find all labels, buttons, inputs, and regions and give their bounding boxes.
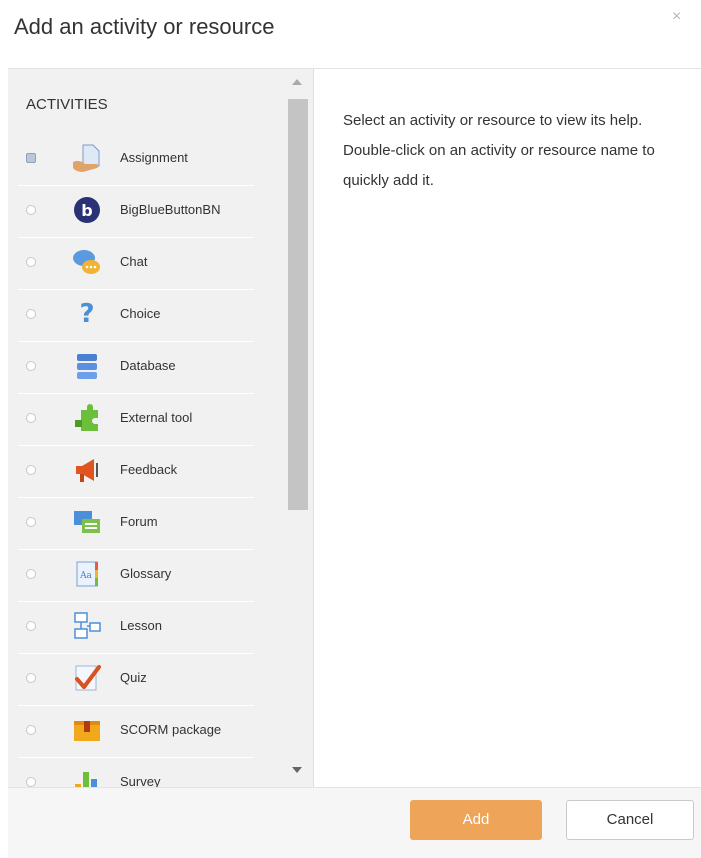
list-item-scorm-package[interactable]: SCORM package (18, 706, 254, 758)
activity-list-panel: ACTIVITIES Assignment b BigBlueButtonBN (8, 69, 314, 810)
scrollbar[interactable] (286, 79, 310, 779)
item-label: BigBlueButtonBN (120, 202, 221, 217)
list-item-forum[interactable]: Forum (18, 498, 254, 550)
lesson-icon (74, 612, 101, 639)
item-label: Forum (120, 514, 158, 529)
item-label: SCORM package (120, 722, 222, 737)
dialog-body: ACTIVITIES Assignment b BigBlueButtonBN (8, 68, 701, 810)
item-label: Database (120, 358, 176, 373)
radio-scorm-package[interactable] (26, 725, 36, 735)
list-item-choice[interactable]: ? Choice (18, 290, 254, 342)
list-item-lesson[interactable]: Lesson (18, 602, 254, 654)
item-label: Assignment (120, 150, 188, 165)
close-icon[interactable]: × (672, 8, 681, 26)
item-label: Feedback (120, 462, 178, 477)
assignment-icon (73, 144, 100, 172)
radio-forum[interactable] (26, 517, 36, 527)
list-item-feedback[interactable]: Feedback (18, 446, 254, 498)
radio-choice[interactable] (26, 309, 36, 319)
section-heading: ACTIVITIES (26, 96, 108, 113)
radio-assignment[interactable] (26, 153, 36, 163)
radio-feedback[interactable] (26, 465, 36, 475)
radio-glossary[interactable] (26, 569, 36, 579)
item-label: Lesson (120, 618, 162, 633)
radio-bigbluebuttonbn[interactable] (26, 205, 36, 215)
item-label: Choice (120, 306, 161, 321)
radio-external-tool[interactable] (26, 413, 36, 423)
database-icon (77, 354, 97, 379)
radio-lesson[interactable] (26, 621, 36, 631)
choice-icon: ? (79, 299, 94, 329)
item-label: Quiz (120, 670, 147, 685)
list-item-bigbluebuttonbn[interactable]: b BigBlueButtonBN (18, 186, 254, 238)
forum-icon (74, 511, 100, 533)
list-item-external-tool[interactable]: External tool (18, 394, 254, 446)
item-label: Glossary (120, 566, 172, 581)
quiz-icon (75, 665, 101, 691)
svg-text:b: b (81, 201, 92, 220)
radio-quiz[interactable] (26, 673, 36, 683)
list-item-quiz[interactable]: Quiz (18, 654, 254, 706)
scroll-up-arrow-icon[interactable] (292, 79, 302, 85)
item-label: External tool (120, 410, 193, 425)
cancel-button[interactable]: Cancel (566, 800, 694, 840)
chat-icon (73, 250, 100, 274)
scorm-package-icon (74, 721, 100, 741)
radio-chat[interactable] (26, 257, 36, 267)
list-item-chat[interactable]: Chat (18, 238, 254, 290)
svg-text:Aa: Aa (79, 571, 92, 581)
glossary-icon: Aa (76, 561, 98, 587)
list-item-database[interactable]: Database (18, 342, 254, 394)
radio-survey[interactable] (26, 777, 36, 787)
dialog-title: Add an activity or resource (14, 14, 275, 39)
list-item-glossary[interactable]: Aa Glossary (18, 550, 254, 602)
radio-database[interactable] (26, 361, 36, 371)
add-button[interactable]: Add (410, 800, 542, 840)
item-label: Chat (120, 254, 148, 269)
svg-text:?: ? (79, 299, 94, 329)
scrollbar-thumb[interactable] (288, 99, 308, 510)
list-item-assignment[interactable]: Assignment (18, 134, 254, 186)
bigbluebutton-icon: b (74, 197, 100, 223)
feedback-icon (76, 459, 98, 482)
external-tool-icon (75, 404, 98, 431)
dialog-footer: Add Cancel (8, 787, 701, 858)
help-text: Select an activity or resource to view i… (343, 112, 655, 189)
scroll-down-arrow-icon[interactable] (292, 767, 302, 773)
